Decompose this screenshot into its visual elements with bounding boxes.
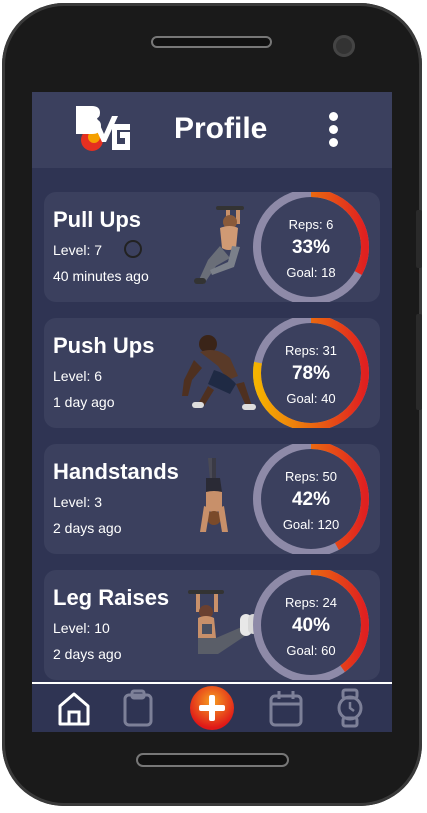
exercise-level: Level: 10 [53,620,110,636]
exercise-last-time: 2 days ago [53,646,122,662]
clipboard-icon[interactable] [118,688,158,728]
reps-count: Reps: 6 [288,217,334,232]
push-up-figure [182,335,256,410]
calendar-icon[interactable] [266,688,306,728]
goal-count: Goal: 40 [286,391,336,406]
reps-count: Reps: 24 [284,595,338,610]
reps-count: Reps: 50 [284,469,338,484]
bottom-speaker [136,753,289,767]
reps-count: Reps: 31 [284,343,338,358]
goal-count: Goal: 18 [286,265,336,280]
exercise-name: Handstands [53,459,179,484]
progress-percent: 40% [291,615,331,636]
exercise-level: Level: 7 [53,242,103,258]
handstand-figure [200,458,228,532]
progress-percent: 33% [291,237,331,258]
earpiece-speaker [151,36,272,48]
home-icon[interactable] [54,688,94,728]
goal-count: Goal: 60 [286,643,336,658]
exercise-card-handstands[interactable]: Handstands Level: 3 2 days ago Reps: 50 … [44,444,380,554]
progress-percent: 42% [291,489,331,510]
exercise-last-time: 2 days ago [53,520,122,536]
exercise-last-time: 1 day ago [53,394,115,410]
exercise-card-push-ups[interactable]: Push Ups Level: 6 1 day ago Reps: 31 78%… [44,318,380,428]
exercise-card-pull-ups[interactable]: Pull Ups Level: 7 40 minutes ago Reps: 6… [44,192,380,302]
app-logo [76,106,130,151]
more-vert-icon [328,112,338,121]
bottom-navigation [32,682,392,732]
exercise-level: Level: 6 [53,368,103,384]
watch-icon[interactable] [330,688,370,728]
page-title: Profile [174,112,268,145]
exercise-name: Push Ups [53,333,155,358]
app-screen: Profile Pull Ups Level: 7 40 minutes ago… [32,92,392,732]
more-options-button[interactable] [326,112,340,148]
volume-button [416,314,422,410]
exercise-name: Leg Raises [53,585,170,610]
goal-count: Goal: 120 [282,517,340,532]
app-header: Profile [32,92,392,168]
exercise-last-time: 40 minutes ago [53,268,149,284]
front-camera [333,35,355,57]
add-icon[interactable] [187,685,237,731]
pull-up-figure [194,206,244,284]
power-button [416,210,422,268]
radio-indicator [124,240,142,258]
exercise-card-leg-raises[interactable]: Leg Raises Level: 10 2 days ago Reps: 24… [44,570,380,680]
progress-percent: 78% [291,363,331,384]
exercise-name: Pull Ups [53,207,142,232]
exercise-level: Level: 3 [53,494,103,510]
